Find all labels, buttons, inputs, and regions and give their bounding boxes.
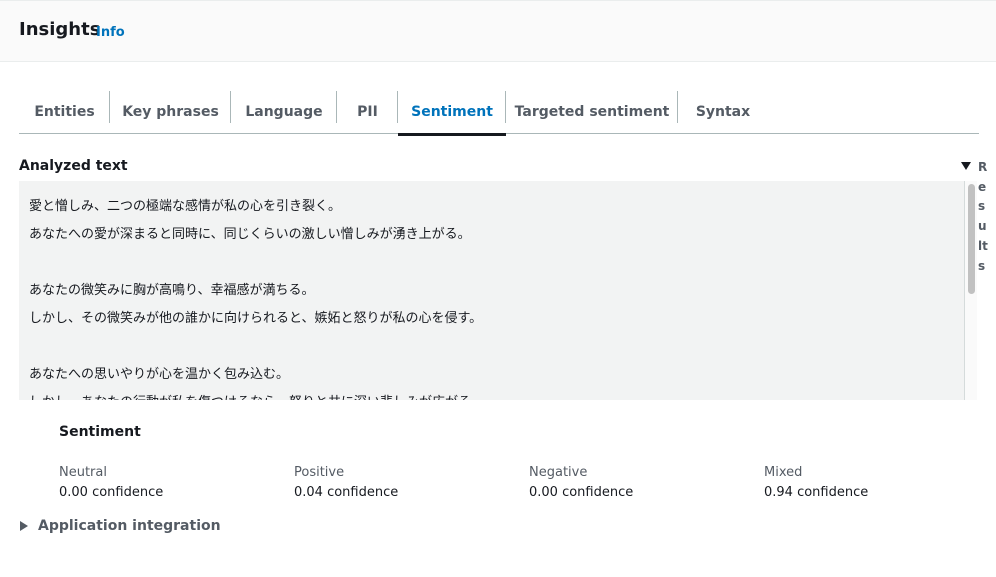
insights-tabs: Entities Key phrases Language PII Sentim… (19, 90, 979, 136)
tab-sentiment[interactable]: Sentiment (398, 90, 506, 136)
metric-label: Positive (294, 465, 345, 480)
page-title: Insights (19, 19, 101, 40)
text-line (29, 333, 954, 361)
sentiment-neutral: Neutral 0.00 confidence (59, 465, 163, 501)
sentiment-positive: Positive 0.04 confidence (294, 465, 398, 501)
tab-language[interactable]: Language (231, 90, 337, 134)
text-line: しかし、その微笑みが他の誰かに向けられると、嫉妬と怒りが私の心を侵す。 (29, 311, 483, 326)
scrollbar-thumb[interactable] (968, 184, 975, 294)
tab-targeted-sentiment[interactable]: Targeted sentiment (506, 90, 678, 134)
insights-header: Insights Info (0, 0, 996, 62)
text-line: あなたへの思いやりが心を温かく包み込む。 (29, 367, 290, 382)
metric-label: Mixed (764, 465, 803, 480)
info-link[interactable]: Info (96, 25, 125, 40)
tab-pii[interactable]: PII (337, 90, 398, 134)
sentiment-mixed: Mixed 0.94 confidence (764, 465, 868, 501)
metric-value: 0.00 confidence (529, 485, 634, 500)
analyzed-text-label: Analyzed text (19, 158, 128, 174)
metric-value: 0.00 confidence (59, 485, 164, 500)
tab-label: Key phrases (122, 104, 219, 120)
results-panel-label[interactable]: Results (978, 158, 988, 276)
metric-label: Neutral (59, 465, 107, 480)
sentiment-negative: Negative 0.00 confidence (529, 465, 633, 501)
text-line (29, 249, 954, 277)
text-line: あなたへの愛が深まると同時に、同じくらいの激しい憎しみが湧き上がる。 (29, 227, 471, 242)
tab-label: Language (245, 104, 323, 120)
text-line: しかし、あなたの行動が私を傷つけるなら、怒りと共に深い悲しみが広がる。 (29, 389, 954, 400)
results-toggle-icon[interactable] (960, 160, 972, 172)
metric-label: Negative (529, 465, 588, 480)
application-integration-label: Application integration (38, 518, 221, 534)
tab-label: Entities (34, 104, 95, 120)
tab-label: PII (357, 104, 378, 120)
metric-value: 0.04 confidence (294, 485, 399, 500)
text-line: 愛と憎しみ、二つの極端な感情が私の心を引き裂く。 (29, 199, 342, 214)
sentiment-title: Sentiment (59, 424, 141, 440)
tab-key-phrases[interactable]: Key phrases (110, 90, 231, 134)
metric-value: 0.94 confidence (764, 485, 869, 500)
tab-entities[interactable]: Entities (19, 90, 110, 134)
application-integration-toggle[interactable]: Application integration (20, 518, 221, 534)
tab-label: Syntax (695, 104, 751, 120)
caret-right-icon (20, 521, 28, 531)
tab-label: Sentiment (411, 104, 493, 120)
text-line: あなたの微笑みに胸が高鳴り、幸福感が満ちる。 (29, 283, 315, 298)
analyzed-text-area[interactable]: 愛と憎しみ、二つの極端な感情が私の心を引き裂く。 あなたへの愛が深まると同時に、… (19, 181, 965, 400)
tab-syntax[interactable]: Syntax (678, 90, 768, 134)
tab-label: Targeted sentiment (514, 104, 670, 120)
